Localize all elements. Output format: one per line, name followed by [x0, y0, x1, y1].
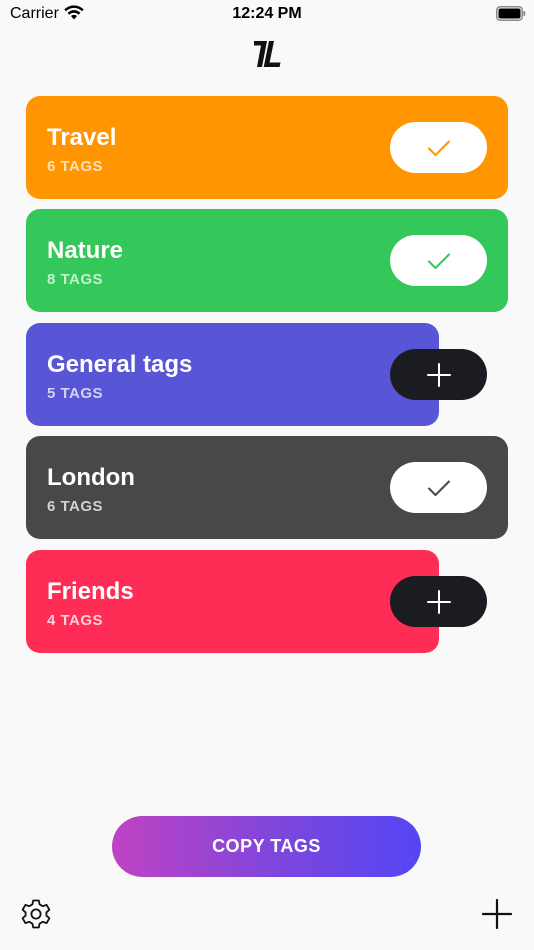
tag-group-count: 8 TAGS	[47, 271, 104, 288]
tag-group-count: 4 TAGS	[47, 612, 104, 629]
tag-group-toggle[interactable]	[390, 235, 487, 286]
status-bar: Carrier 12:24 PM	[0, 0, 534, 30]
tag-group-count: 5 TAGS	[47, 385, 104, 402]
tag-group-title: General tags	[47, 351, 193, 378]
tag-group-title: London	[47, 464, 135, 491]
checkmark-icon	[427, 480, 450, 496]
tag-group-count: 6 TAGS	[47, 158, 104, 175]
status-time: 12:24 PM	[232, 5, 302, 22]
tag-group-title: Nature	[47, 237, 124, 264]
tag-group-toggle[interactable]	[390, 349, 487, 400]
gear-icon[interactable]	[20, 898, 52, 930]
tag-group-title: Friends	[47, 578, 134, 605]
tag-group-count: 6 TAGS	[47, 498, 104, 515]
tag-group-card[interactable]: General tags 5 TAGS	[26, 323, 439, 426]
copy-tags-button[interactable]: COPY TAGS	[112, 816, 421, 877]
tag-group-toggle[interactable]	[390, 576, 487, 627]
checkmark-icon	[427, 253, 450, 269]
tag-group-card[interactable]: Friends 4 TAGS	[26, 550, 439, 653]
plus-icon[interactable]	[482, 899, 512, 929]
tag-group-title: Travel	[47, 124, 117, 151]
battery-icon	[496, 6, 526, 21]
checkmark-icon	[427, 140, 450, 156]
plus-icon	[426, 589, 451, 614]
tag-group-toggle[interactable]	[390, 462, 487, 513]
app-logo-icon	[254, 41, 281, 67]
tag-group-toggle[interactable]	[390, 122, 487, 173]
plus-icon	[426, 362, 451, 387]
